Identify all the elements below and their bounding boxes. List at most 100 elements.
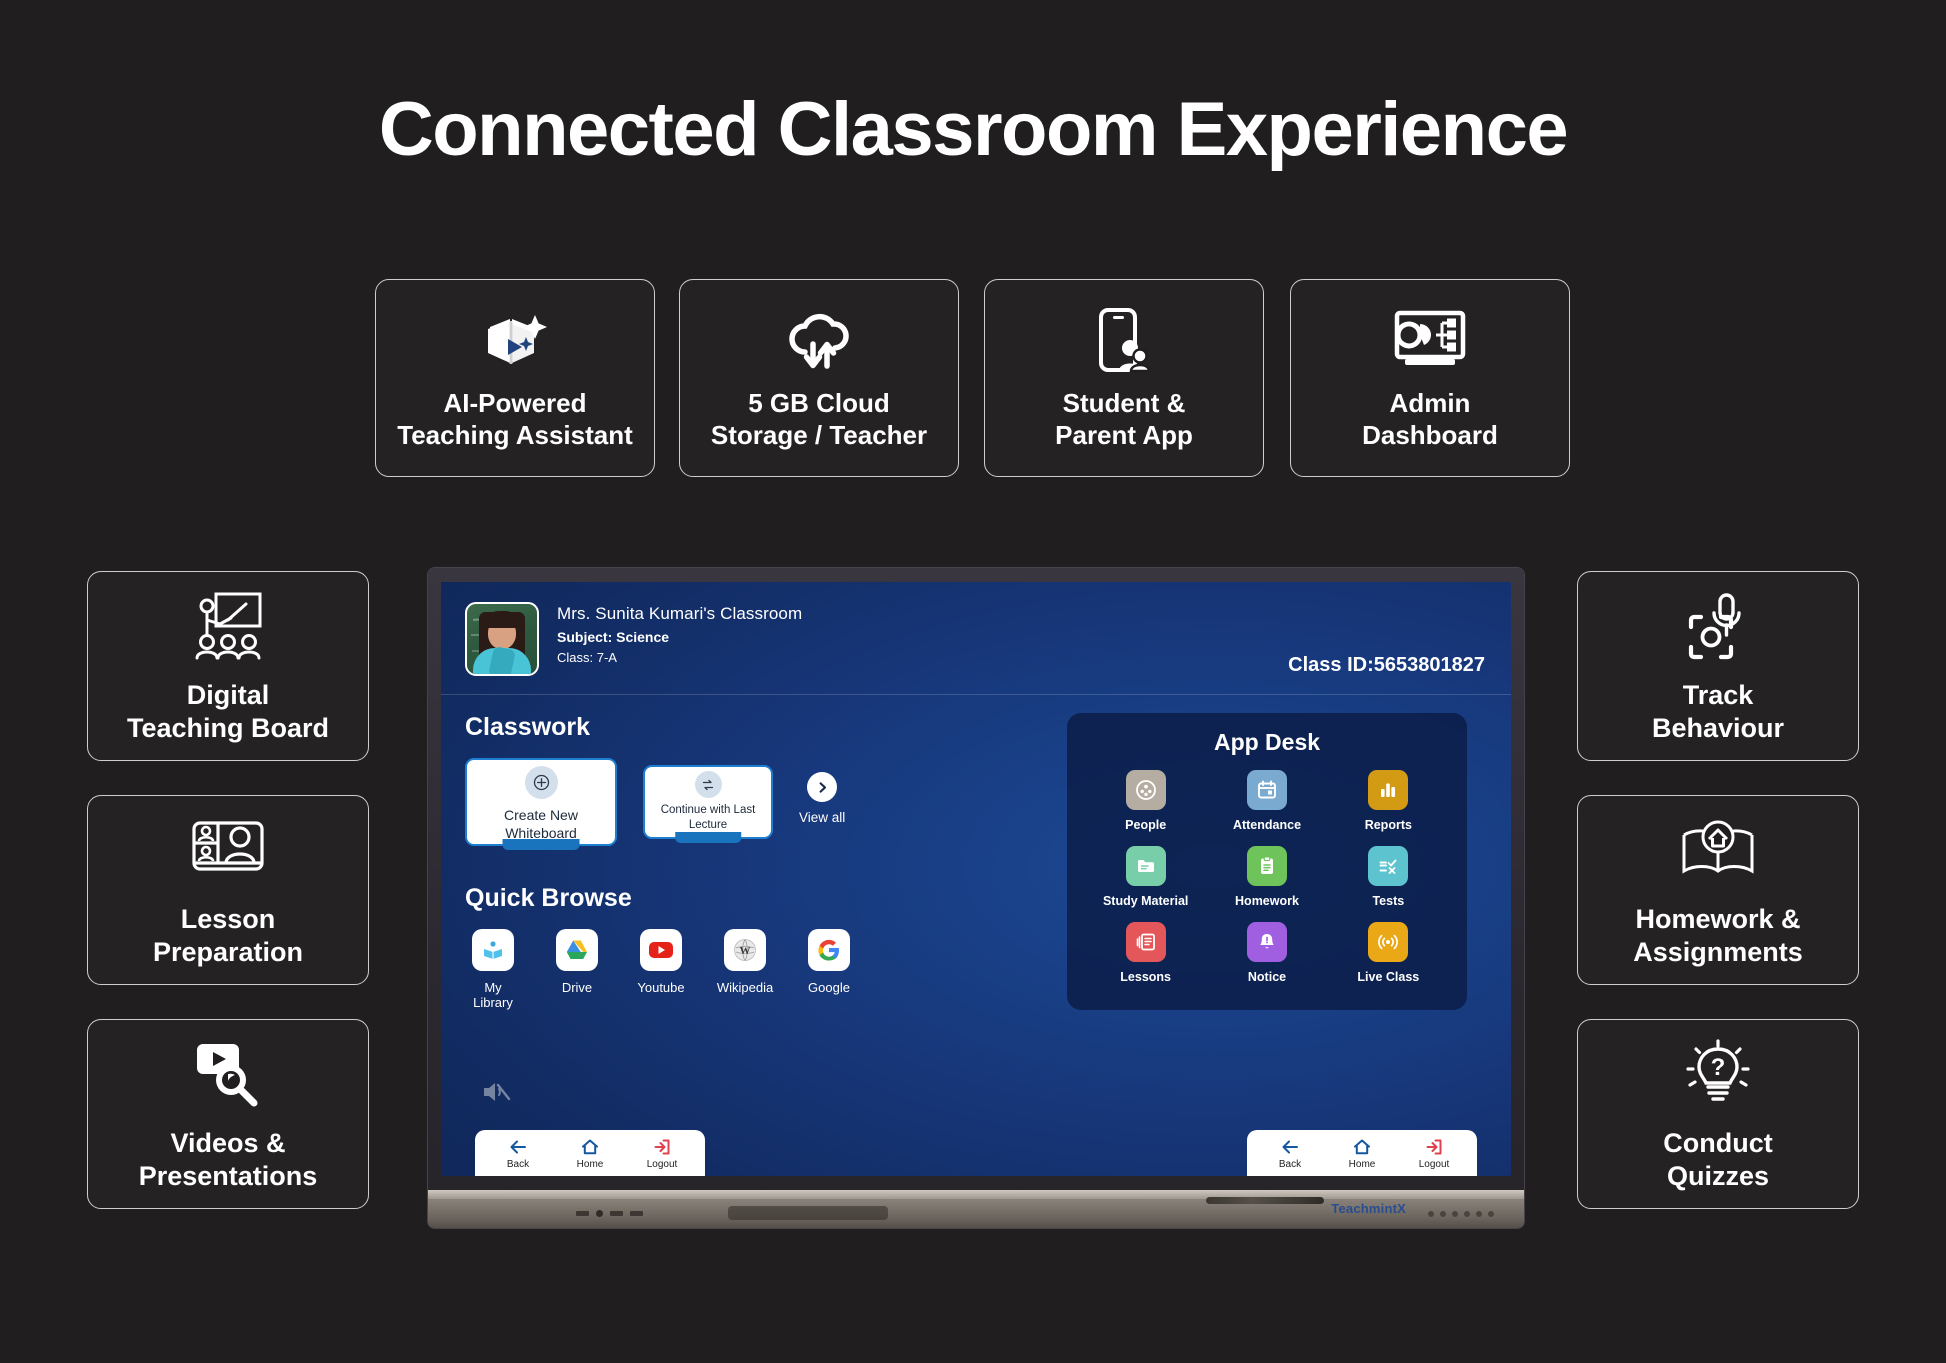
phone-parent-student-icon (1093, 304, 1155, 376)
app-tile-label: Attendance (1232, 818, 1302, 832)
feature-card-cloud-storage[interactable]: 5 GB Cloud Storage / Teacher (679, 279, 959, 477)
create-new-whiteboard-button[interactable]: Create New Whiteboard (465, 758, 617, 850)
ai-book-play-icon (480, 304, 550, 376)
feature-card-ai-teaching-assistant[interactable]: AI-Powered Teaching Assistant (375, 279, 655, 477)
view-all-label: View all (799, 810, 846, 825)
poster-root: Connected Classroom Experience AI-Powere… (0, 0, 1946, 1363)
feature-card-label: Digital Teaching Board (126, 680, 330, 743)
panel-brand: TeachmintX (1331, 1201, 1406, 1216)
quick-browse-youtube[interactable]: Youtube (633, 929, 689, 1010)
subject-label: Subject: Science (557, 629, 670, 645)
bell-alert-icon (1246, 922, 1287, 962)
classwork-row: Create New Whiteboard Continue with Last… (465, 758, 1035, 850)
classroom-header: Mrs. Sunita Kumari's Classroom Subject: … (441, 582, 1511, 686)
nav-label: Back (1278, 1159, 1302, 1170)
feature-card-admin-dashboard[interactable]: Admin Dashboard (1290, 279, 1570, 477)
feature-card-student-parent-app[interactable]: Student & Parent App (984, 279, 1264, 477)
stylus-pen[interactable] (1206, 1197, 1324, 1204)
speaker-muted-icon[interactable] (481, 1079, 511, 1110)
feature-card-digital-teaching-board[interactable]: Digital Teaching Board (87, 571, 369, 761)
open-book-home-icon (1678, 811, 1758, 889)
app-tile-study-material[interactable]: Study Material (1085, 846, 1206, 908)
feature-card-label: Conduct Quizzes (1663, 1128, 1773, 1191)
feature-card-lesson-preparation[interactable]: Lesson Preparation (87, 795, 369, 985)
admin-dashboard-monitor-icon (1392, 304, 1468, 376)
quick-browse-google[interactable]: Google (801, 929, 857, 1010)
quick-browse-label: Youtube (637, 980, 685, 995)
app-tile-homework[interactable]: Homework (1206, 846, 1327, 908)
quick-browse-my-library[interactable]: My Library (465, 929, 521, 1010)
teacher-board-class-icon (190, 587, 266, 665)
nav-back-button[interactable]: Back (497, 1138, 539, 1170)
continue-last-lecture-button[interactable]: Continue with Last Lecture (643, 765, 773, 843)
left-column: Classwork Create New Whiteboard Continue… (465, 713, 1035, 1010)
quick-browse-row: My Library Drive Youtube W Wikipedia Goo… (465, 929, 1035, 1010)
plus-circle-icon (524, 765, 558, 799)
app-desk-grid: People Attendance Reports Study Material… (1085, 770, 1449, 984)
app-tile-tests[interactable]: Tests (1328, 846, 1449, 908)
feature-card-label: Videos & Presentations (138, 1128, 318, 1191)
app-tile-notice[interactable]: Notice (1206, 922, 1327, 984)
logout-icon (1426, 1139, 1442, 1155)
youtube-icon (640, 929, 682, 971)
bar-chart-icon (1368, 770, 1409, 810)
speaker-grille (728, 1206, 888, 1220)
svg-text:W: W (740, 945, 751, 957)
video-conference-grid-icon (190, 811, 266, 889)
back-arrow-icon (510, 1140, 526, 1154)
my-library-icon (472, 929, 514, 971)
feature-card-videos-presentations[interactable]: Videos & Presentations (87, 1019, 369, 1209)
test-check-icon (1368, 846, 1409, 886)
nav-logout-button[interactable]: Logout (1413, 1138, 1455, 1170)
feature-card-label: Homework & Assignments (1633, 904, 1803, 967)
feature-card-conduct-quizzes[interactable]: ? Conduct Quizzes (1577, 1019, 1859, 1209)
app-tile-reports[interactable]: Reports (1328, 770, 1449, 832)
nav-logout-button[interactable]: Logout (641, 1138, 683, 1170)
nav-label: Home (1348, 1159, 1376, 1170)
chevron-right-icon (807, 772, 838, 802)
teacher-avatar (465, 602, 539, 676)
view-all-button[interactable]: View all (799, 772, 845, 825)
feature-card-label: Track Behaviour (1651, 680, 1785, 743)
repeat-arrows-icon (694, 771, 722, 799)
nav-label: Home (576, 1159, 604, 1170)
folder-icon (1125, 846, 1166, 886)
quick-browse-title: Quick Browse (465, 884, 632, 912)
calendar-icon (1246, 770, 1287, 810)
panel-base-bar: TeachmintX (428, 1190, 1524, 1228)
app-tile-label: Notice (1247, 970, 1287, 984)
nav-label: Logout (1418, 1159, 1450, 1170)
panel-bezel: Mrs. Sunita Kumari's Classroom Subject: … (428, 568, 1524, 1228)
feature-card-label: AI-Powered Teaching Assistant (397, 388, 633, 450)
app-tile-attendance[interactable]: Attendance (1206, 770, 1327, 832)
app-tile-label: Tests (1372, 894, 1405, 908)
feature-card-label: 5 GB Cloud Storage / Teacher (710, 388, 928, 450)
app-tile-people[interactable]: People (1085, 770, 1206, 832)
feature-card-homework-assignments[interactable]: Homework & Assignments (1577, 795, 1859, 985)
quick-browse-drive[interactable]: Drive (549, 929, 605, 1010)
feature-card-label: Student & Parent App (1055, 388, 1193, 450)
cloud-sync-icon (783, 304, 855, 376)
create-new-whiteboard-label: Create New Whiteboard (504, 806, 578, 841)
app-tile-lessons[interactable]: Lessons (1085, 922, 1206, 984)
nav-home-button[interactable]: Home (569, 1138, 611, 1170)
app-tile-label: Study Material (1102, 894, 1189, 908)
quick-browse-label: My Library (473, 980, 513, 1010)
app-tile-label: Reports (1364, 818, 1412, 832)
app-tile-live-class[interactable]: Live Class (1328, 922, 1449, 984)
class-id: Class ID:5653801827 (1288, 654, 1485, 676)
indicator-leds (1428, 1211, 1494, 1217)
quick-browse-label: Wikipedia (716, 980, 774, 995)
google-drive-icon (556, 929, 598, 971)
teacher-name: Mrs. Sunita Kumari's Classroom (557, 604, 803, 623)
classwork-title: Classwork (465, 713, 591, 741)
feature-card-track-behaviour[interactable]: Track Behaviour (1577, 571, 1859, 761)
nav-back-button[interactable]: Back (1269, 1138, 1311, 1170)
nav-home-button[interactable]: Home (1341, 1138, 1383, 1170)
clipboard-icon (1246, 846, 1287, 886)
quick-browse-wikipedia[interactable]: W Wikipedia (717, 929, 773, 1010)
feature-card-label: Admin Dashboard (1362, 388, 1498, 450)
app-tile-label: Lessons (1120, 970, 1172, 984)
app-tile-label: Live Class (1357, 970, 1420, 984)
page-title: Connected Classroom Experience (378, 87, 1569, 172)
